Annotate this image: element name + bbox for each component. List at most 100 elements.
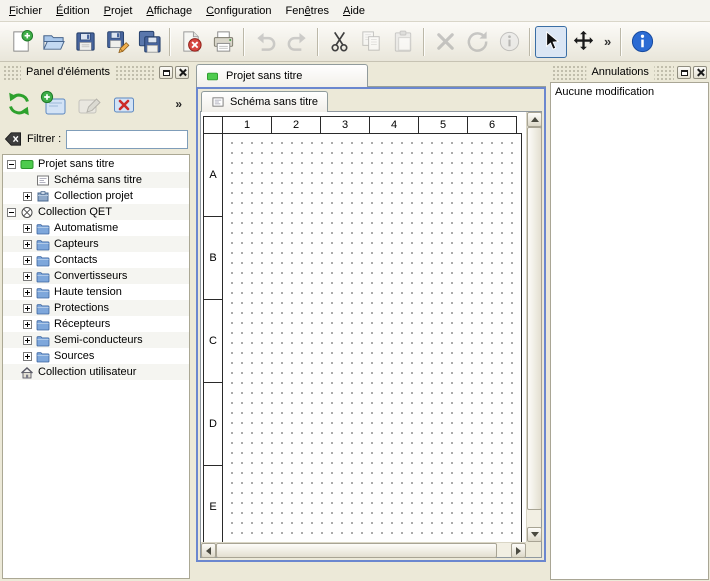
column-header-1: 1: [222, 116, 272, 134]
scroll-up-button[interactable]: [527, 112, 542, 127]
collapse-icon[interactable]: [7, 208, 16, 217]
rotate-button[interactable]: [461, 26, 493, 58]
tree-item-collection-projet[interactable]: Collection projet: [3, 188, 189, 204]
move-tool-button[interactable]: [567, 26, 599, 58]
dock-float-button[interactable]: [677, 66, 691, 79]
object-info-button[interactable]: [493, 26, 525, 58]
menu-affichage[interactable]: Affichage: [139, 0, 199, 21]
dock-close-button[interactable]: [175, 66, 189, 79]
save-as-icon: [105, 29, 130, 54]
undo-icon: [253, 29, 278, 54]
row-header-b: B: [203, 216, 223, 300]
elements-panel-titlebar[interactable]: Panel d'éléments: [3, 65, 189, 80]
save-all-button[interactable]: [133, 26, 165, 58]
expand-icon[interactable]: [23, 240, 32, 249]
scroll-down-button[interactable]: [527, 527, 542, 542]
dock-close-button[interactable]: [693, 66, 707, 79]
new-element-button[interactable]: [39, 89, 69, 119]
folder-icon: [36, 318, 50, 331]
diagram-canvas[interactable]: [222, 133, 522, 542]
tree-item-collection-utilisateur[interactable]: Collection utilisateur: [3, 364, 189, 380]
expand-icon[interactable]: [23, 352, 32, 361]
expand-icon[interactable]: [23, 336, 32, 345]
column-header-3: 3: [320, 116, 370, 134]
expand-icon[interactable]: [23, 320, 32, 329]
tree-item-haute-tension[interactable]: Haute tension: [3, 284, 189, 300]
filter-input[interactable]: [66, 130, 188, 149]
delete-element-button[interactable]: [109, 89, 139, 119]
menu-projet[interactable]: Projet: [97, 0, 140, 21]
expand-icon[interactable]: [23, 224, 32, 233]
about-info-button[interactable]: [626, 26, 658, 58]
move-tool-icon: [571, 29, 596, 54]
horizontal-scroll-thumb[interactable]: [216, 543, 497, 558]
new-document-button[interactable]: [5, 26, 37, 58]
expand-icon[interactable]: [23, 256, 32, 265]
expand-icon[interactable]: [23, 272, 32, 281]
cut-button[interactable]: [323, 26, 355, 58]
edit-element-icon: [75, 90, 103, 118]
menu-aide[interactable]: Aide: [336, 0, 372, 21]
folder-icon: [36, 350, 50, 363]
tree-item-sources[interactable]: Sources: [3, 348, 189, 364]
tree-item-label: Haute tension: [54, 286, 122, 298]
project-subwindow: Schéma sans titre 1 2 3 4 5 6: [196, 87, 546, 562]
tree-item-schema[interactable]: Schéma sans titre: [3, 172, 189, 188]
tree-item-label: Récepteurs: [54, 318, 110, 330]
tree-item-automatisme[interactable]: Automatisme: [3, 220, 189, 236]
undo-list-item[interactable]: Aucune modification: [551, 83, 708, 100]
redo-button[interactable]: [281, 26, 313, 58]
elements-tree: Projet sans titre Schéma sans titre Coll…: [2, 154, 190, 579]
select-tool-button[interactable]: [535, 26, 567, 58]
expand-icon[interactable]: [23, 192, 32, 201]
print-button[interactable]: [207, 26, 239, 58]
arrow-down-icon: [531, 532, 539, 537]
tree-item-convertisseurs[interactable]: Convertisseurs: [3, 268, 189, 284]
toolbar-separator: [243, 28, 245, 56]
panel-overflow-chevron[interactable]: »: [175, 97, 182, 111]
horizontal-scrollbar[interactable]: [201, 542, 526, 557]
expand-icon[interactable]: [23, 304, 32, 313]
save-as-button[interactable]: [101, 26, 133, 58]
toolbar-overflow-chevron[interactable]: »: [599, 34, 616, 49]
save-button[interactable]: [69, 26, 101, 58]
tree-item-protections[interactable]: Protections: [3, 300, 189, 316]
tree-item-contacts[interactable]: Contacts: [3, 252, 189, 268]
copy-button[interactable]: [355, 26, 387, 58]
project-icon: [20, 158, 34, 171]
tree-item-capteurs[interactable]: Capteurs: [3, 236, 189, 252]
tab-projet-sans-titre[interactable]: Projet sans titre: [196, 64, 368, 87]
row-header-c: C: [203, 299, 223, 383]
dock-float-button[interactable]: [159, 66, 173, 79]
reload-collections-icon: [5, 90, 33, 118]
tree-item-collection-qet[interactable]: Collection QET: [3, 204, 189, 220]
tab-schema-sans-titre[interactable]: Schéma sans titre: [201, 91, 328, 112]
expand-icon[interactable]: [23, 288, 32, 297]
undo-dock-titlebar[interactable]: Annulations: [552, 65, 707, 80]
main-toolbar: »: [0, 22, 710, 62]
tree-item-label: Schéma sans titre: [54, 174, 142, 186]
tree-item-recepteurs[interactable]: Récepteurs: [3, 316, 189, 332]
menu-configuration[interactable]: Configuration: [199, 0, 278, 21]
collapse-icon[interactable]: [7, 160, 16, 169]
scroll-right-button[interactable]: [511, 543, 526, 558]
vertical-scroll-thumb[interactable]: [527, 127, 542, 510]
menu-fichier[interactable]: Fichier: [2, 0, 49, 21]
tree-item-project[interactable]: Projet sans titre: [3, 156, 189, 172]
about-info-icon: [630, 29, 655, 54]
undo-button[interactable]: [249, 26, 281, 58]
tree-item-semi-conducteurs[interactable]: Semi-conducteurs: [3, 332, 189, 348]
menu-edition[interactable]: Édition: [49, 0, 97, 21]
project-icon: [205, 71, 220, 82]
open-document-button[interactable]: [37, 26, 69, 58]
tree-item-label: Protections: [54, 302, 109, 314]
paste-button[interactable]: [387, 26, 419, 58]
clear-filter-icon[interactable]: [4, 131, 22, 147]
vertical-scrollbar[interactable]: [526, 112, 541, 542]
edit-element-button[interactable]: [74, 89, 104, 119]
menu-fenetres[interactable]: Fenêtres: [279, 0, 336, 21]
delete-button[interactable]: [429, 26, 461, 58]
reload-collections-button[interactable]: [4, 89, 34, 119]
scroll-left-button[interactable]: [201, 543, 216, 558]
close-document-button[interactable]: [175, 26, 207, 58]
